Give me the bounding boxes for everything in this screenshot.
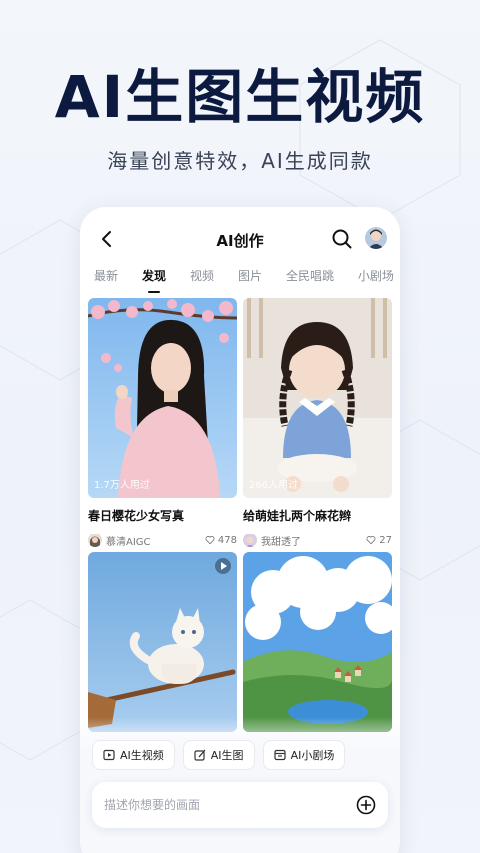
tab-latest[interactable]: 最新 [94, 267, 118, 293]
prompt-bar [92, 782, 388, 828]
template-thumbnail[interactable]: 266人用过 [243, 298, 392, 498]
heart-icon [366, 536, 376, 545]
tab-video[interactable]: 视频 [190, 267, 214, 293]
tab-mini-theater[interactable]: 小剧场 [358, 267, 394, 293]
app-header: AI创作 [80, 225, 400, 255]
ai-theater-label: AI小剧场 [290, 749, 335, 762]
toddler-braids-image [243, 298, 392, 498]
template-card[interactable]: 266人用过 给萌娃扎两个麻花辫 我甜透了 27 [243, 298, 392, 548]
template-card[interactable]: 1.7万人用过 春日樱花少女写真 慕清AIGC 478 [88, 298, 237, 548]
hero-headline: AI生图生视频 [54, 63, 426, 131]
like-count-value: 478 [217, 534, 237, 546]
user-avatar[interactable] [365, 227, 387, 249]
template-card[interactable] [88, 552, 237, 732]
ai-video-label: AI生视频 [120, 749, 164, 762]
template-thumbnail[interactable]: 1.7万人用过 [88, 298, 237, 498]
play-icon[interactable] [215, 558, 231, 574]
ai-video-button[interactable]: AI生视频 [92, 740, 175, 770]
ai-theater-button[interactable]: AI小剧场 [262, 740, 346, 770]
ai-image-button[interactable]: AI生图 [182, 740, 255, 770]
author-avatar [243, 533, 257, 547]
heart-icon [205, 536, 215, 545]
template-thumbnail[interactable] [88, 552, 237, 732]
video-icon [103, 749, 115, 761]
author-avatar [88, 533, 102, 547]
quick-actions: AI生视频 AI生图 AI小剧场 [92, 740, 346, 770]
plus-circle-icon[interactable] [356, 795, 376, 815]
phone-mockup: AI创作 最新 发现 视频 图片 全民唱跳 小剧场 1.7万人用过 春日樱花少女… [80, 207, 400, 853]
template-title: 给萌娃扎两个麻花辫 [243, 509, 352, 523]
image-edit-icon [194, 749, 206, 761]
cat-on-broom-image [88, 552, 237, 732]
like-count[interactable]: 27 [366, 535, 392, 546]
theater-icon [273, 749, 286, 761]
ai-image-label: AI生图 [210, 749, 244, 762]
like-count[interactable]: 478 [205, 535, 237, 546]
card-meta: 慕清AIGC 478 [88, 532, 237, 548]
hero-subline: 海量创意特效，AI生成同款 [107, 149, 373, 173]
template-card[interactable] [243, 552, 392, 732]
cherry-blossom-portrait-image [88, 298, 237, 498]
author-name: 我甜透了 [261, 536, 301, 548]
tab-discover[interactable]: 发现 [142, 267, 166, 293]
card-meta: 我甜透了 27 [243, 532, 392, 548]
tab-image[interactable]: 图片 [238, 267, 262, 293]
like-count-value: 27 [379, 534, 392, 546]
category-tabs: 最新 发现 视频 图片 全民唱跳 小剧场 [94, 267, 394, 293]
author-name: 慕清AIGC [106, 536, 151, 548]
template-title: 春日樱花少女写真 [88, 509, 185, 523]
template-thumbnail[interactable] [243, 552, 392, 732]
tab-sing-dance[interactable]: 全民唱跳 [286, 267, 334, 293]
usage-count: 266人用过 [249, 480, 299, 491]
prompt-input[interactable] [104, 798, 356, 812]
usage-count: 1.7万人用过 [94, 480, 150, 491]
search-icon[interactable] [330, 227, 354, 251]
fantasy-landscape-image [243, 552, 392, 732]
